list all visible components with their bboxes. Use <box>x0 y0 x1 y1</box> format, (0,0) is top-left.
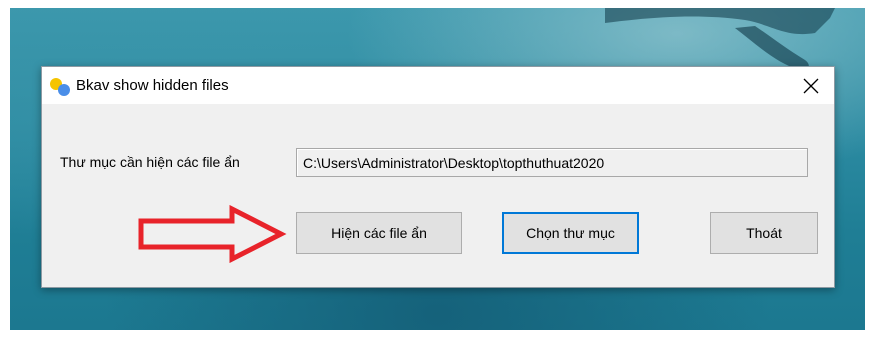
folder-path-input[interactable] <box>297 149 807 176</box>
exit-button[interactable]: Thoát <box>710 212 818 254</box>
folder-label: Thư mục cần hiện các file ẩn <box>60 154 240 170</box>
choose-folder-button[interactable]: Chọn thư mục <box>502 212 639 254</box>
close-button[interactable] <box>788 67 834 104</box>
bkav-app-icon <box>50 78 70 96</box>
window-title: Bkav show hidden files <box>76 77 229 94</box>
show-hidden-files-button[interactable]: Hiện các file ẩn <box>296 212 462 254</box>
folder-path-field[interactable] <box>296 148 808 177</box>
red-outline-arrow-icon <box>138 205 287 263</box>
close-icon <box>803 78 819 93</box>
title-bar: Bkav show hidden files <box>42 67 834 104</box>
